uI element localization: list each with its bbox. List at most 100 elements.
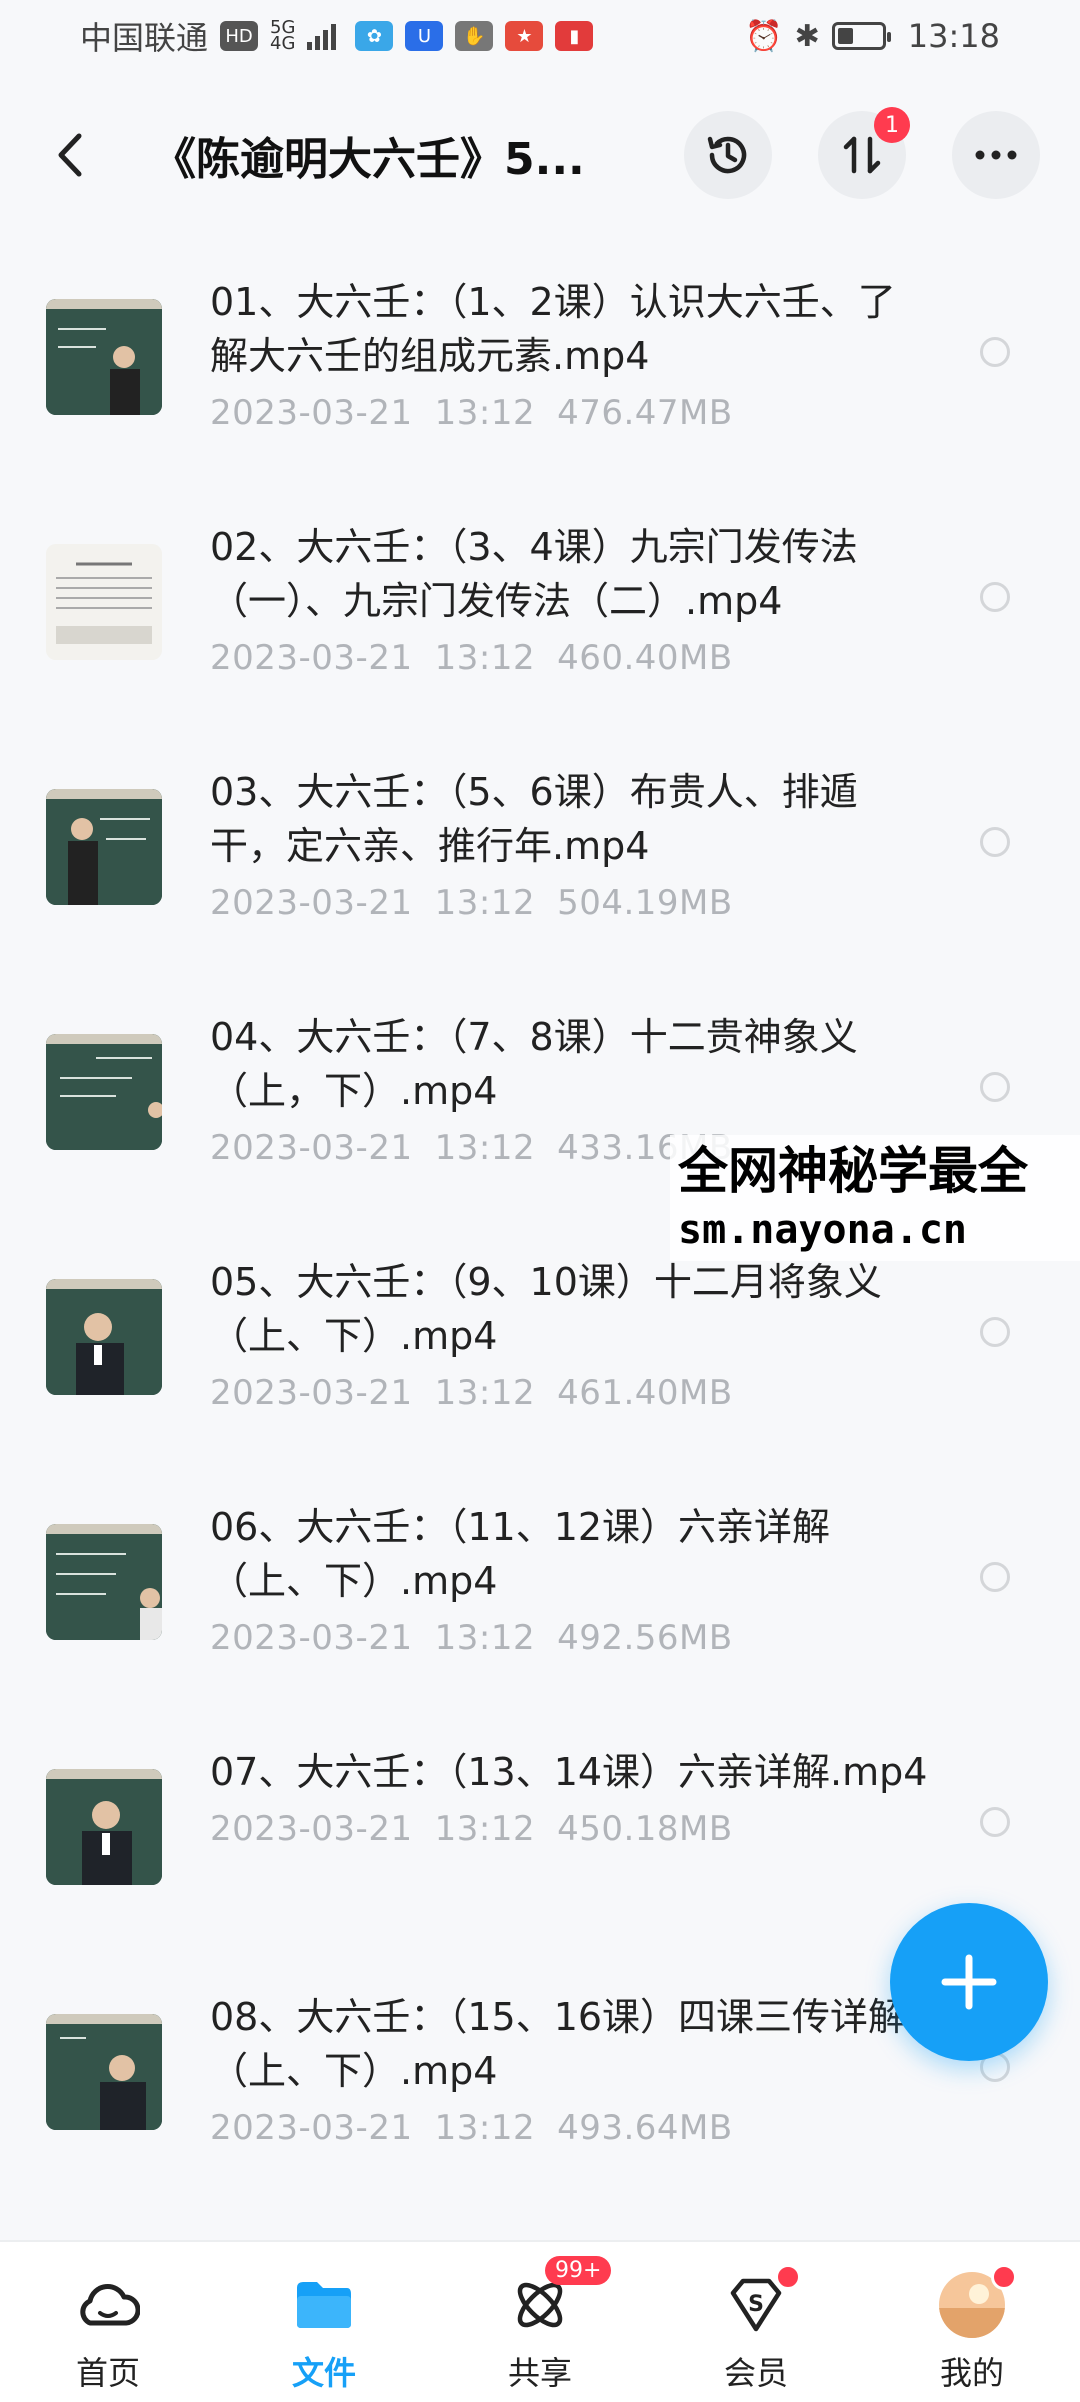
file-name: 07、大六壬：（13、14课）六亲详解.mp4 [210,1750,928,1794]
back-button[interactable] [40,125,100,185]
app-notification-icon: ✿ [355,21,394,51]
file-size: 493.64MB [557,2108,733,2148]
file-row-5[interactable]: 05、大六壬：（9、10课）十二月将象义（上、下）.mp4 2023-03-21… [0,1225,1080,1470]
select-checkbox[interactable] [980,827,1010,857]
svg-text:S: S [748,2292,764,2317]
select-checkbox[interactable] [980,1072,1010,1102]
status-bar: 中国联通 HD 5G 4G ✿ U ✋ ★ ▮ ⏰ ✱ 13:18 [0,0,1080,72]
header: 《陈逾明大六壬》5... 1 [0,100,1080,210]
signal-bars-icon [307,24,337,50]
file-date: 2023-03-21 [210,883,413,923]
nav-label: 文件 [291,2354,356,2392]
more-button[interactable] [952,111,1040,199]
file-time: 13:12 [434,1128,536,1168]
more-dots-icon [975,150,1017,160]
file-info: 01、大六壬：（1、2课）认识大六壬、了解大六壬的组成元素.mp4 2023-0… [210,275,930,433]
file-row-3[interactable]: 03、大六壬：（5、6课）布贵人、排遁干，定六亲、推行年.mp4 2023-03… [0,735,1080,980]
file-time: 13:12 [434,883,536,923]
file-date: 2023-03-21 [210,1128,413,1168]
file-meta: 2023-03-21 13:12 504.19MB [210,883,930,923]
file-time: 13:12 [434,393,536,433]
file-time: 13:12 [434,1618,536,1658]
video-thumbnail [46,1524,162,1640]
vip-diamond-icon: S [721,2264,801,2340]
history-button[interactable] [684,111,772,199]
vip-dot [775,2264,801,2290]
transfer-badge: 1 [874,107,910,143]
file-date: 2023-03-21 [210,1618,413,1658]
cloud-home-icon [73,2270,143,2340]
file-name: 05、大六壬：（9、10课）十二月将象义（上、下）.mp4 [210,1260,882,1358]
file-date: 2023-03-21 [210,1809,413,1849]
video-thumbnail [46,2014,162,2130]
file-date: 2023-03-21 [210,1373,413,1413]
avatar-icon [937,2264,1017,2340]
hand-app-icon: ✋ [455,21,494,51]
nav-share[interactable]: 99+ 共享 [432,2242,648,2402]
file-info: 08、大六壬：（15、16课）四课三传详解（上、下）.mp4 2023-03-2… [210,1990,930,2148]
share-badge: 99+ [545,2256,612,2285]
file-date: 2023-03-21 [210,638,413,678]
file-time: 13:12 [434,2108,536,2148]
select-checkbox[interactable] [980,582,1010,612]
nav-vip[interactable]: S 会员 [648,2242,864,2402]
alarm-icon: ⏰ [745,18,783,54]
file-meta: 2023-03-21 13:12 450.18MB [210,1809,930,1849]
select-checkbox[interactable] [980,1562,1010,1592]
network-type-icon: 5G 4G [270,19,296,54]
nav-home[interactable]: 首页 [0,2242,216,2402]
file-size: 450.18MB [557,1809,733,1849]
file-info: 02、大六壬：（3、4课）九宗门发传法（一）、九宗门发传法（二）.mp4 202… [210,520,930,678]
add-button[interactable] [890,1903,1048,2061]
file-row-2[interactable]: 02、大六壬：（3、4课）九宗门发传法（一）、九宗门发传法（二）.mp4 202… [0,490,1080,735]
share-orbit-icon: 99+ [505,2256,612,2340]
file-meta: 2023-03-21 13:12 492.56MB [210,1618,930,1658]
file-name: 01、大六壬：（1、2课）认识大六壬、了解大六壬的组成元素.mp4 [210,280,896,378]
nav-files[interactable]: 文件 [216,2242,432,2402]
chevron-left-icon [58,133,82,177]
page-title: 《陈逾明大六壬》5... [152,134,585,185]
file-meta: 2023-03-21 13:12 460.40MB [210,638,930,678]
file-name: 03、大六壬：（5、6课）布贵人、排遁干，定六亲、推行年.mp4 [210,770,858,868]
file-date: 2023-03-21 [210,2108,413,2148]
file-info: 05、大六壬：（9、10课）十二月将象义（上、下）.mp4 2023-03-21… [210,1255,930,1413]
file-row-6[interactable]: 06、大六壬：（11、12课）六亲详解（上、下）.mp4 2023-03-21 1… [0,1470,1080,1715]
network-type-bottom: 4G [270,33,296,54]
battery-fill [837,28,853,44]
file-size: 461.40MB [557,1373,733,1413]
video-thumbnail [46,1034,162,1150]
profile-dot [991,2264,1017,2290]
transfer-button[interactable]: 1 [818,107,910,199]
carrier-label: 中国联通 [80,19,209,57]
select-checkbox[interactable] [980,1317,1010,1347]
file-row-1[interactable]: 01、大六壬：（1、2课）认识大六壬、了解大六壬的组成元素.mp4 2023-0… [0,245,1080,490]
file-size: 460.40MB [557,638,733,678]
status-right: ⏰ ✱ 13:18 [745,17,1000,55]
select-checkbox[interactable] [980,337,1010,367]
watermark-overlay: 全网神秘学最全 sm.nayona.cn [670,1135,1080,1261]
video-thumbnail [46,1279,162,1395]
file-info: 07、大六壬：（13、14课）六亲详解.mp4 2023-03-21 13:12 4… [210,1745,930,1849]
hd-icon: HD [220,21,259,51]
file-meta: 2023-03-21 13:12 461.40MB [210,1373,930,1413]
file-info: 03、大六壬：（5、6课）布贵人、排遁干，定六亲、推行年.mp4 2023-03… [210,765,930,923]
shield-app-icon: U [405,21,444,51]
bottom-nav: 首页 文件 99+ 共享 S 会员 我的 [0,2240,1080,2402]
bluetooth-icon: ✱ [794,18,820,54]
video-thumbnail [46,789,162,905]
file-size: 492.56MB [557,1618,733,1658]
select-checkbox[interactable] [980,1807,1010,1837]
history-icon [707,136,747,174]
nav-label: 会员 [723,2354,788,2392]
file-info: 06、大六壬：（11、12课）六亲详解（上、下）.mp4 2023-03-21 1… [210,1500,930,1658]
watermark-url: sm.nayona.cn [678,1207,967,1253]
folder-icon [289,2270,359,2340]
file-date: 2023-03-21 [210,393,413,433]
nav-label: 共享 [507,2354,572,2392]
file-size: 476.47MB [557,393,733,433]
status-left: 中国联通 HD 5G 4G ✿ U ✋ ★ ▮ [80,13,594,59]
nav-profile[interactable]: 我的 [864,2242,1080,2402]
video-thumbnail [46,544,162,660]
video-thumbnail [46,299,162,415]
nav-label: 我的 [939,2354,1004,2392]
